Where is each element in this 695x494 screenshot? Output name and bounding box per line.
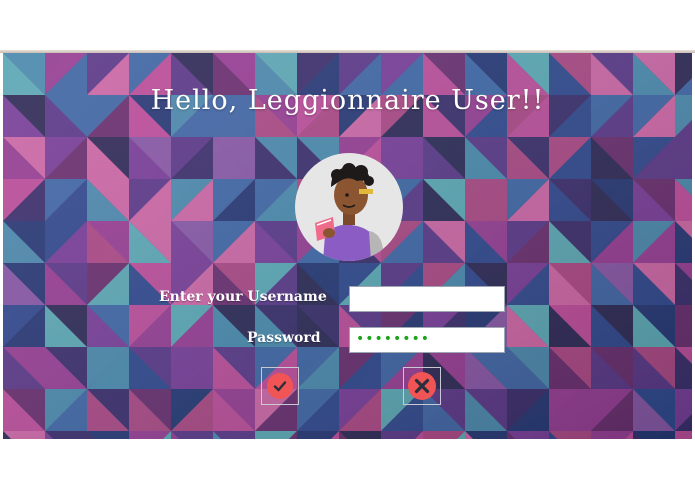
- password-input[interactable]: ••••••••: [349, 327, 505, 353]
- user-avatar: [295, 153, 403, 261]
- check-icon: [267, 373, 293, 399]
- username-input[interactable]: [349, 286, 505, 312]
- login-cancel-button[interactable]: [403, 367, 441, 405]
- login-panel: Hello, Leggionnaire User!! Enter your Us…: [3, 53, 692, 439]
- login-submit-button[interactable]: [261, 367, 299, 405]
- page-title: Hello, Leggionnaire User!!: [150, 85, 545, 116]
- password-label: Password: [247, 330, 321, 346]
- close-icon: [408, 372, 436, 400]
- username-label: Enter your Username: [159, 289, 327, 305]
